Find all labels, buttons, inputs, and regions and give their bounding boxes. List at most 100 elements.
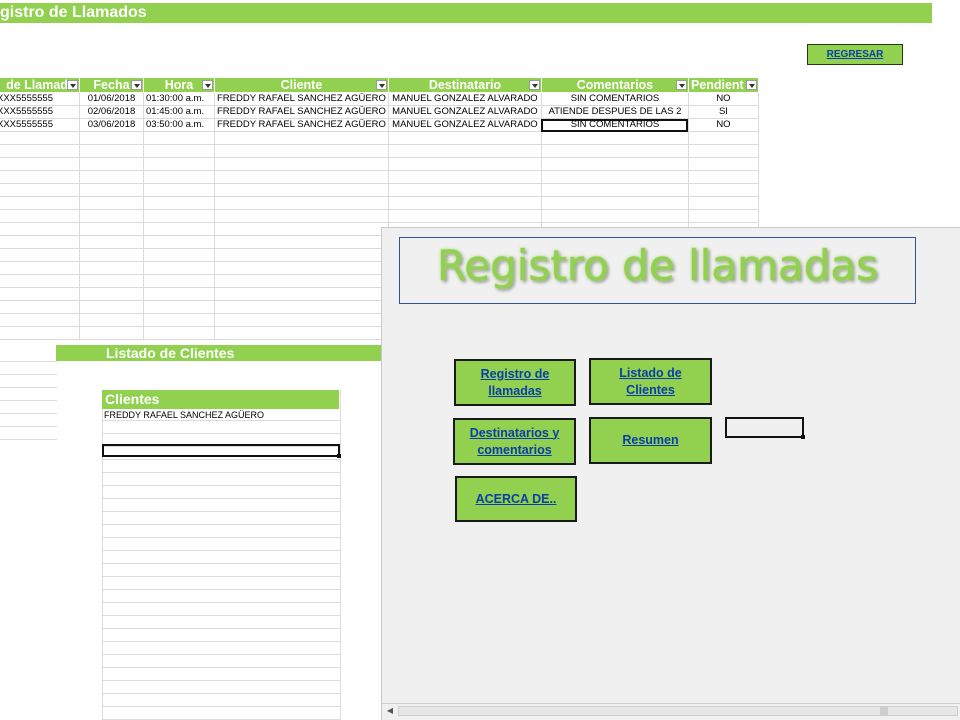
- table-cell[interactable]: [0, 157, 80, 171]
- filter-dropdown-icon[interactable]: [745, 80, 757, 90]
- table-cell[interactable]: [387, 157, 542, 171]
- table-cell[interactable]: [687, 209, 759, 223]
- table-cell[interactable]: [79, 157, 144, 171]
- table-cell[interactable]: [0, 248, 80, 262]
- table-cell[interactable]: [540, 183, 689, 197]
- table-cell[interactable]: [387, 131, 542, 145]
- table-cell[interactable]: [0, 261, 80, 275]
- table-cell[interactable]: [79, 144, 144, 158]
- table-cell[interactable]: [143, 183, 215, 197]
- table-cell[interactable]: FREDDY RAFAEL SANCHEZ AGÜERO: [214, 105, 389, 119]
- table-cell[interactable]: [79, 326, 144, 340]
- table-cell[interactable]: [79, 300, 144, 314]
- table-cell[interactable]: [0, 196, 80, 210]
- table-cell[interactable]: XXX5555555: [0, 92, 80, 106]
- table-cell[interactable]: NO: [687, 92, 759, 106]
- table-cell[interactable]: [143, 287, 215, 301]
- table-cell[interactable]: MANUEL GONZALEZ ALVARADO: [387, 105, 542, 119]
- table-cell[interactable]: [387, 183, 542, 197]
- column-header[interactable]: Pendient: [687, 77, 759, 93]
- table-cell[interactable]: [387, 209, 542, 223]
- table-cell[interactable]: [0, 287, 80, 301]
- table-cell[interactable]: [214, 261, 389, 275]
- listado-de-clientes-button[interactable]: Listado de Clientes: [589, 358, 712, 405]
- table-cell[interactable]: [540, 131, 689, 145]
- table-cell[interactable]: FREDDY RAFAEL SANCHEZ AGÜERO: [214, 92, 389, 106]
- empty-selection-box[interactable]: [725, 417, 805, 439]
- table-cell[interactable]: 01:30:00 a.m.: [143, 92, 215, 106]
- table-cell[interactable]: [687, 183, 759, 197]
- table-cell[interactable]: [214, 209, 389, 223]
- table-cell[interactable]: 02/06/2018: [79, 105, 144, 119]
- table-cell[interactable]: [214, 131, 389, 145]
- table-cell[interactable]: [79, 313, 144, 327]
- table-cell[interactable]: [143, 235, 215, 249]
- table-cell[interactable]: [143, 131, 215, 145]
- table-cell[interactable]: SI: [687, 105, 759, 119]
- table-cell[interactable]: [214, 144, 389, 158]
- scrollbar-thumb[interactable]: [880, 707, 888, 715]
- table-cell[interactable]: [214, 183, 389, 197]
- table-cell[interactable]: [143, 300, 215, 314]
- table-cell[interactable]: XXX5555555: [0, 105, 80, 119]
- table-cell[interactable]: [387, 170, 542, 184]
- table-cell[interactable]: [79, 131, 144, 145]
- column-header[interactable]: Comentarios: [540, 77, 689, 93]
- table-cell[interactable]: [214, 170, 389, 184]
- table-cell[interactable]: [143, 248, 215, 262]
- scroll-left-icon[interactable]: ◀: [383, 704, 397, 718]
- table-cell[interactable]: [143, 274, 215, 288]
- filter-dropdown-icon[interactable]: [675, 80, 687, 90]
- acerca-de-button[interactable]: ACERCA DE..: [455, 476, 577, 522]
- table-cell[interactable]: SIN COMENTARIOS: [540, 92, 689, 106]
- regresar-button[interactable]: REGRESAR: [807, 44, 903, 65]
- table-cell[interactable]: [0, 326, 80, 340]
- table-cell[interactable]: [79, 196, 144, 210]
- table-cell[interactable]: [79, 274, 144, 288]
- table-cell[interactable]: XXX5555555: [0, 118, 80, 132]
- table-cell[interactable]: [687, 131, 759, 145]
- table-cell[interactable]: [79, 235, 144, 249]
- table-cell[interactable]: ATIENDE DESPUES DE LAS 2: [540, 105, 689, 119]
- table-cell[interactable]: [0, 144, 80, 158]
- column-header[interactable]: Destinatario: [387, 77, 542, 93]
- table-cell[interactable]: 01:45:00 a.m.: [143, 105, 215, 119]
- table-cell[interactable]: [79, 222, 144, 236]
- table-cell[interactable]: [143, 170, 215, 184]
- table-cell[interactable]: [214, 248, 389, 262]
- table-cell[interactable]: [0, 209, 80, 223]
- table-cell[interactable]: MANUEL GONZALEZ ALVARADO: [387, 118, 542, 132]
- table-cell[interactable]: [540, 157, 689, 171]
- table-cell[interactable]: [687, 196, 759, 210]
- table-cell[interactable]: [387, 196, 542, 210]
- table-cell[interactable]: [540, 144, 689, 158]
- filter-dropdown-icon[interactable]: [528, 80, 540, 90]
- table-cell[interactable]: [143, 144, 215, 158]
- table-cell[interactable]: [214, 326, 389, 340]
- selected-cell[interactable]: [102, 444, 341, 458]
- table-cell[interactable]: [143, 326, 215, 340]
- table-cell[interactable]: [143, 222, 215, 236]
- table-cell[interactable]: [143, 313, 215, 327]
- table-cell[interactable]: [0, 183, 80, 197]
- table-cell[interactable]: [79, 248, 144, 262]
- table-cell[interactable]: [214, 274, 389, 288]
- table-cell[interactable]: [387, 144, 542, 158]
- filter-dropdown-icon[interactable]: [202, 80, 213, 90]
- table-cell[interactable]: [214, 287, 389, 301]
- table-cell[interactable]: [0, 300, 80, 314]
- table-cell[interactable]: [0, 235, 80, 249]
- table-cell[interactable]: [143, 157, 215, 171]
- column-header[interactable]: Cliente: [214, 77, 389, 93]
- table-cell[interactable]: [0, 222, 80, 236]
- filter-dropdown-icon[interactable]: [67, 80, 78, 90]
- table-cell[interactable]: [79, 209, 144, 223]
- table-cell[interactable]: 01/06/2018: [79, 92, 144, 106]
- clients-column-header[interactable]: Clientes: [102, 390, 339, 409]
- table-cell[interactable]: [0, 274, 80, 288]
- clients-grid[interactable]: [102, 390, 341, 720]
- table-cell[interactable]: [0, 131, 80, 145]
- table-cell[interactable]: [687, 170, 759, 184]
- table-cell[interactable]: [0, 313, 80, 327]
- table-cell[interactable]: [214, 222, 389, 236]
